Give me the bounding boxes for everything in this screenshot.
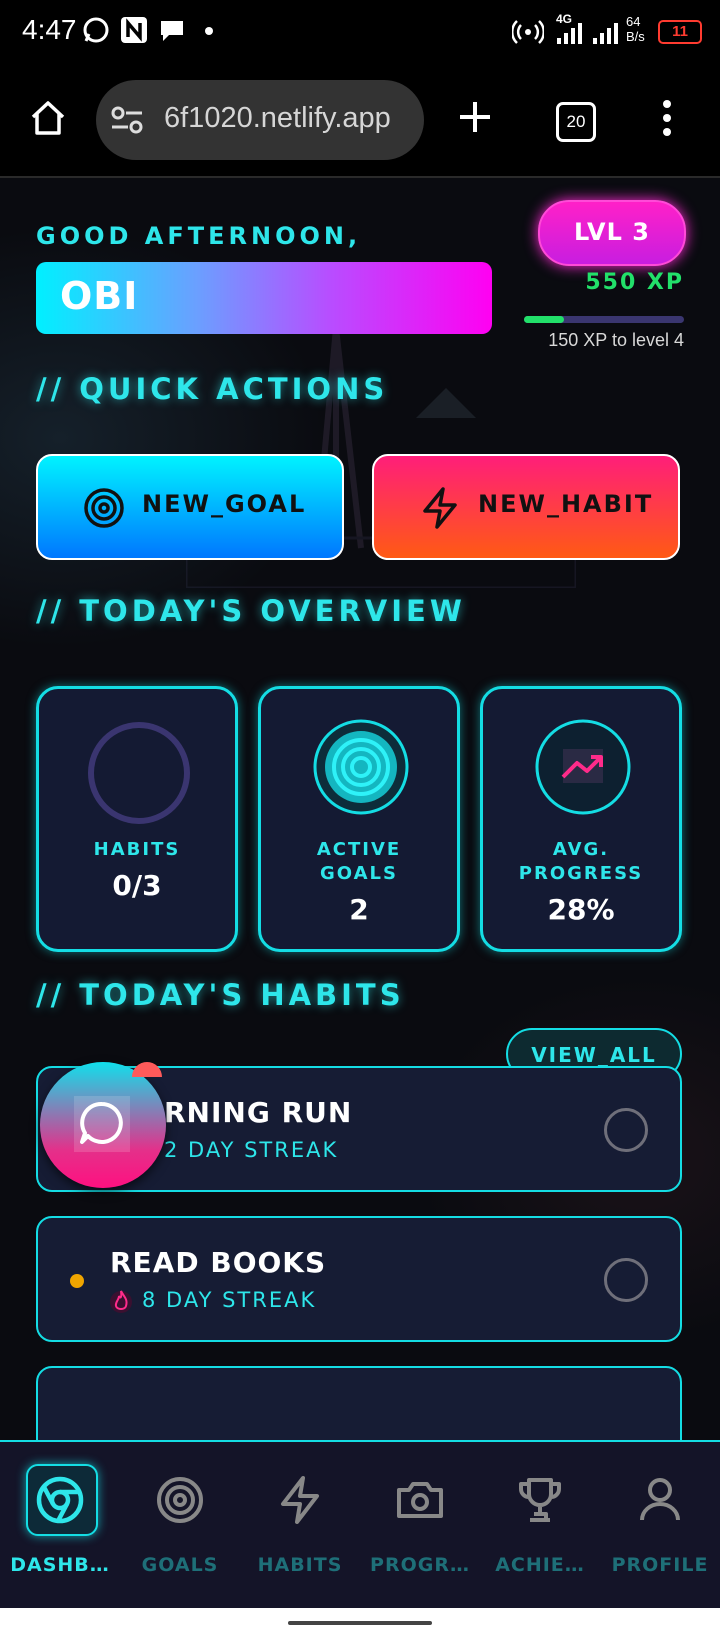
chrome-icon (36, 1476, 84, 1524)
xp-progress-bar (524, 316, 684, 323)
nav-item-goals[interactable]: GOALS (120, 1460, 240, 1580)
todays-habits-title: // TODAY'S HABITS (36, 978, 405, 1012)
avg-progress-stat-card[interactable]: AVG. PROGRESS 28% (480, 686, 682, 952)
status-bar: 4:47 4G 64 B/s 11 (0, 0, 720, 68)
user-icon (640, 1478, 680, 1521)
xp-progress-fill (524, 316, 564, 323)
nav-item-habits[interactable]: HABITS (240, 1460, 360, 1580)
dot-icon (205, 27, 213, 35)
hotspot-icon (512, 20, 544, 44)
habits-stat-label: HABITS (93, 839, 181, 860)
nav-label: PROGR… (370, 1554, 470, 1576)
nav-label: GOALS (141, 1554, 219, 1576)
network-speed: 64 B/s (626, 14, 645, 44)
habit-checkbox[interactable] (604, 1258, 648, 1302)
habit-row[interactable]: READ BOOKS 8 DAY STREAK (36, 1216, 682, 1342)
xp-to-next-level: 150 XP to level 4 (548, 330, 684, 350)
habit-streak: 2 DAY STREAK (164, 1138, 339, 1162)
lightning-icon (281, 1476, 319, 1524)
bottom-navigation: DASHB… GOALS HABITS PROGR… ACHIE… PROFIL… (0, 1440, 720, 1610)
url-text[interactable]: 6f1020.netlify.app (164, 102, 414, 135)
trophy-icon (519, 1478, 561, 1522)
new-goal-label: NEW_GOAL (142, 490, 307, 518)
user-name-banner: OBI (36, 262, 492, 334)
user-name: OBI (60, 274, 139, 318)
message-circle-icon (74, 1096, 130, 1152)
lightning-icon (423, 487, 457, 529)
new-habit-label: NEW_HABIT (478, 490, 654, 518)
new-goal-button[interactable]: NEW_GOAL (36, 454, 344, 560)
habits-progress-ring (88, 722, 190, 824)
dashboard-page: GOOD AFTERNOON, OBI LVL 3 550 XP 150 XP … (0, 178, 720, 1440)
avg-progress-value: 28% (547, 893, 615, 926)
habit-row[interactable] (36, 1366, 682, 1440)
camera-icon (397, 1482, 443, 1518)
greeting-text: GOOD AFTERNOON, (36, 222, 362, 250)
battery-icon: 11 (658, 20, 702, 44)
nav-item-progress[interactable]: PROGR… (360, 1460, 480, 1580)
browser-toolbar: 6f1020.netlify.app 20 (0, 68, 720, 178)
active-goals-stat-card[interactable]: ACTIVE GOALS 2 (258, 686, 460, 952)
signal-icon (557, 23, 582, 44)
target-icon (157, 1477, 203, 1523)
xp-total: 550 XP (585, 270, 684, 295)
nav-label: DASHB… (10, 1554, 110, 1576)
chat-notification-icon (161, 21, 183, 41)
habits-stat-card[interactable]: HABITS 0/3 (36, 686, 238, 952)
target-icon (313, 719, 409, 815)
chat-assistant-button[interactable] (40, 1062, 166, 1188)
nav-item-achievements[interactable]: ACHIE… (480, 1460, 600, 1580)
avg-progress-label-2: PROGRESS (518, 863, 644, 884)
nav-label: HABITS (257, 1554, 343, 1576)
target-icon (84, 488, 124, 528)
avg-progress-label-1: AVG. (552, 839, 610, 860)
home-icon[interactable] (28, 98, 68, 138)
habit-name: READ BOOKS (110, 1246, 327, 1279)
nav-item-dashboard[interactable]: DASHB… (0, 1460, 120, 1580)
trending-up-icon (535, 719, 631, 815)
nav-label: ACHIE… (495, 1554, 585, 1576)
gesture-handle[interactable] (288, 1621, 432, 1625)
habits-stat-value: 0/3 (112, 869, 162, 902)
battery-level: 11 (672, 23, 688, 40)
level-badge[interactable]: LVL 3 (538, 200, 686, 266)
active-goals-value: 2 (349, 893, 369, 926)
nav-item-profile[interactable]: PROFILE (600, 1460, 720, 1580)
status-time: 4:47 (22, 14, 77, 45)
signal-icon-2 (593, 23, 618, 44)
flame-icon (110, 1290, 132, 1313)
address-bar[interactable]: 6f1020.netlify.app (96, 80, 424, 160)
new-tab-icon[interactable] (456, 98, 494, 136)
habit-streak: 8 DAY STREAK (142, 1288, 317, 1312)
more-menu-icon[interactable] (660, 98, 674, 138)
habit-priority-dot (70, 1274, 84, 1288)
habit-name: RNING RUN (164, 1096, 353, 1129)
new-habit-button[interactable]: NEW_HABIT (372, 454, 680, 560)
tab-count: 20 (566, 112, 586, 131)
quick-actions-title: // QUICK ACTIONS (36, 372, 389, 406)
whatsapp-icon (83, 17, 109, 43)
todays-overview-title: // TODAY'S OVERVIEW (36, 594, 466, 628)
nav-label: PROFILE (611, 1554, 709, 1576)
active-goals-label-2: GOALS (320, 863, 398, 884)
news-app-icon (121, 17, 147, 43)
tab-switcher-button[interactable]: 20 (556, 102, 596, 142)
active-goals-label-1: ACTIVE (316, 839, 402, 860)
gesture-bar (0, 1608, 720, 1640)
habit-checkbox[interactable] (604, 1108, 648, 1152)
site-settings-icon[interactable] (110, 104, 144, 136)
